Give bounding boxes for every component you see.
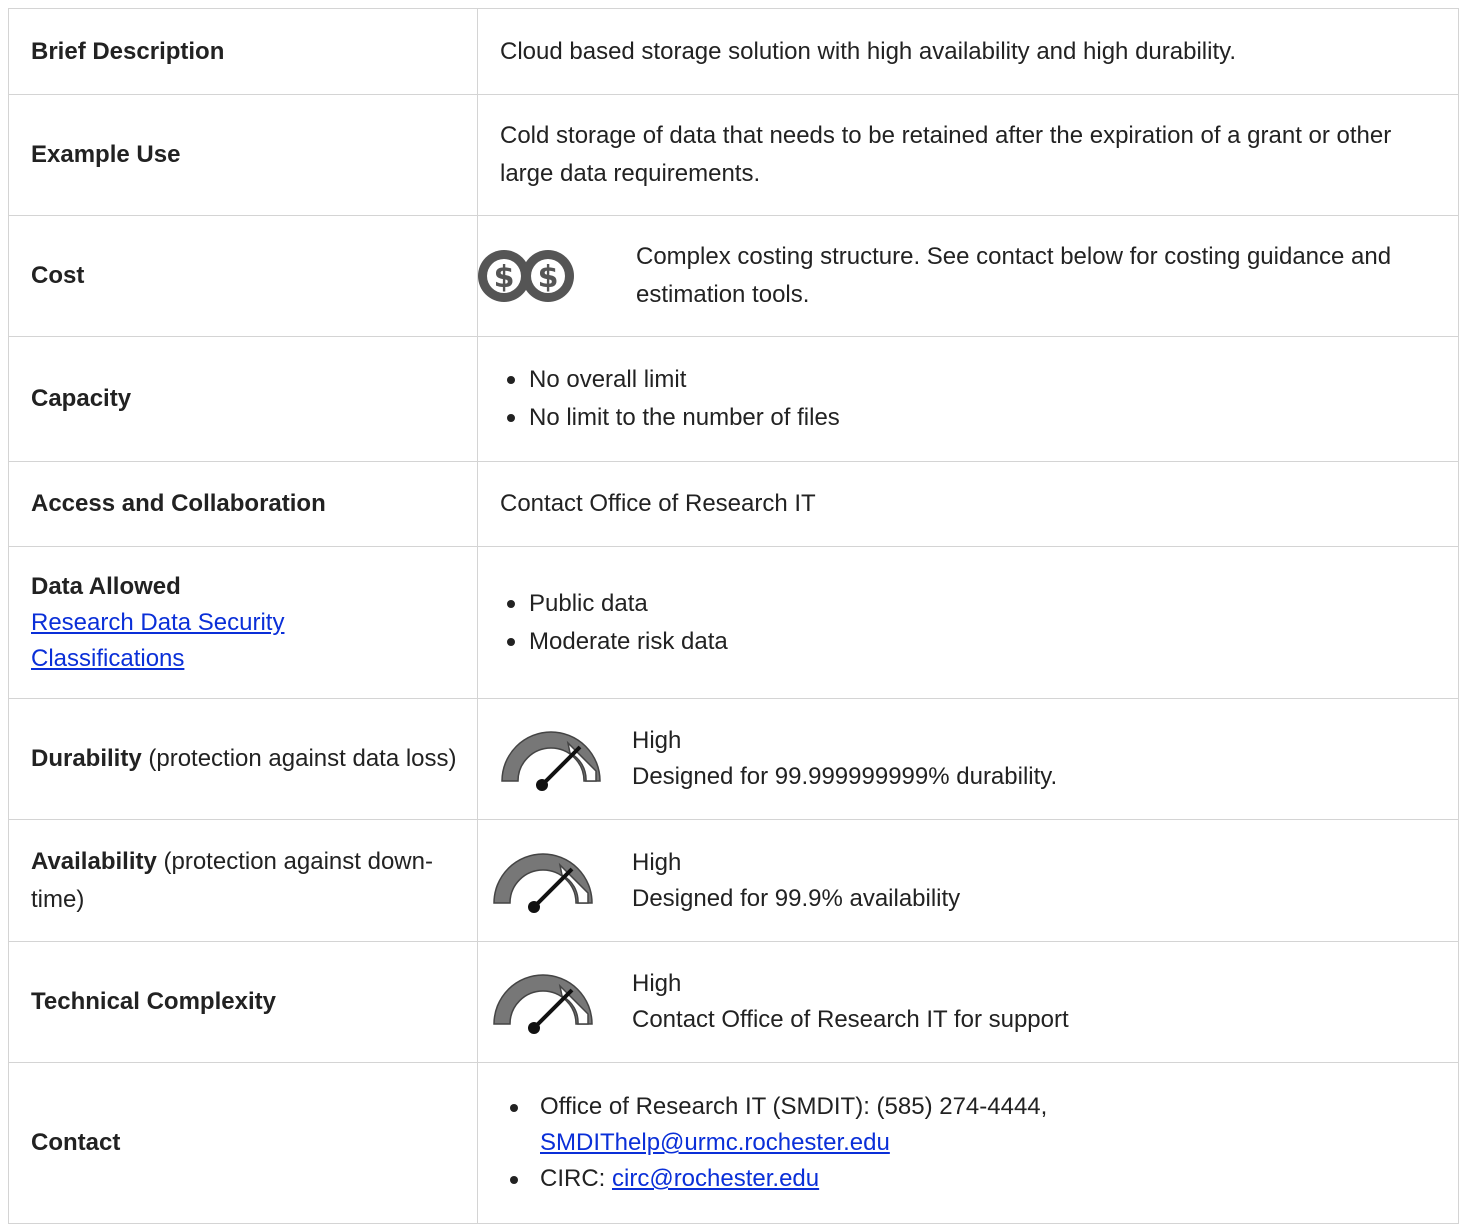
list-item: Moderate risk data (507, 623, 1458, 661)
durability-detail: Designed for 99.999999999% durability. (632, 763, 1058, 790)
svg-text:$: $ (538, 260, 559, 295)
list-item: No overall limit (507, 361, 1458, 399)
label-cell: Brief Description (8, 8, 478, 95)
availability-label: Availability (31, 847, 157, 875)
label-cell: Cost (8, 215, 478, 337)
list-item: Public data (507, 585, 1458, 623)
value-cell: Contact Office of Research IT (477, 461, 1459, 547)
list-item: Office of Research IT (SMDIT): (585) 274… (510, 1089, 1458, 1161)
value-cell: High Designed for 99.999999999% durabili… (477, 698, 1459, 820)
label-cell: Data Allowed Research Data Security Clas… (8, 546, 478, 699)
value-cell: High Designed for 99.9% availability (477, 819, 1459, 942)
complexity-detail: Contact Office of Research IT for suppor… (632, 1006, 1069, 1033)
data-allowed-label: Data Allowed (31, 572, 181, 600)
row-brief-description: Brief Description Cloud based storage so… (8, 8, 1459, 95)
double-dollar-icon: $ $ (478, 250, 574, 302)
gauge-high-icon (493, 852, 593, 913)
example-use-label: Example Use (31, 141, 181, 168)
complexity-level: High (632, 970, 682, 997)
circ-email-link[interactable]: circ@rochester.edu (612, 1165, 819, 1192)
service-info-table: Brief Description Cloud based storage so… (8, 8, 1459, 1224)
durability-label: Durability (31, 745, 142, 772)
list-item: CIRC: circ@rochester.edu (510, 1161, 1458, 1197)
row-contact: Contact Office of Research IT (SMDIT): (… (8, 1062, 1459, 1224)
row-availability: Availability (protection against down-ti… (8, 819, 1459, 942)
value-cell: Cloud based storage solution with high a… (477, 8, 1459, 95)
durability-level: High (632, 727, 682, 754)
row-technical-complexity: Technical Complexity High Contact Office… (8, 941, 1459, 1063)
label-cell: Example Use (8, 94, 478, 216)
row-durability: Durability (protection against data loss… (8, 698, 1459, 820)
label-cell: Capacity (8, 336, 478, 462)
access-label: Access and Collaboration (31, 490, 326, 517)
availability-detail: Designed for 99.9% availability (632, 884, 961, 912)
value-cell: High Contact Office of Research IT for s… (477, 941, 1459, 1063)
cost-label: Cost (31, 262, 85, 289)
svg-text:$: $ (494, 260, 515, 295)
value-cell: No overall limit No limit to the number … (477, 336, 1459, 462)
brief-description-value: Cloud based storage solution with high a… (500, 37, 1237, 65)
row-capacity: Capacity No overall limit No limit to th… (8, 336, 1459, 462)
data-allowed-list: Public data Moderate risk data (478, 585, 1458, 661)
capacity-label: Capacity (31, 385, 132, 412)
cost-value: Complex costing structure. See contact b… (636, 243, 1392, 308)
gauge-high-icon (493, 974, 593, 1034)
value-cell: $ $ Complex costing structure. See conta… (477, 215, 1459, 337)
row-data-allowed: Data Allowed Research Data Security Clas… (8, 546, 1459, 699)
label-cell: Technical Complexity (8, 941, 478, 1063)
row-example-use: Example Use Cold storage of data that ne… (8, 94, 1459, 216)
gauge-high-icon (501, 731, 601, 791)
smdit-email-link[interactable]: SMDIThelp@urmc.rochester.edu (540, 1129, 890, 1156)
value-cell: Cold storage of data that needs to be re… (477, 94, 1459, 216)
label-cell: Durability (protection against data loss… (8, 698, 478, 820)
contact-list: Office of Research IT (SMDIT): (585) 274… (478, 1089, 1458, 1197)
capacity-list: No overall limit No limit to the number … (478, 361, 1458, 437)
example-use-value: Cold storage of data that needs to be re… (500, 122, 1392, 187)
list-item: No limit to the number of files (507, 399, 1458, 437)
brief-description-label: Brief Description (31, 37, 225, 65)
durability-sublabel: (protection against data loss) (141, 745, 457, 772)
access-value: Contact Office of Research IT (500, 490, 816, 517)
contact-label: Contact (31, 1129, 121, 1156)
label-cell: Availability (protection against down-ti… (8, 819, 478, 942)
label-cell: Access and Collaboration (8, 461, 478, 547)
availability-level: High (632, 848, 682, 876)
security-classifications-link[interactable]: Research Data Security Classifications (31, 609, 284, 672)
circ-contact-text: CIRC: (540, 1165, 612, 1192)
row-cost: Cost $ $ Complex costing structure. See … (8, 215, 1459, 337)
label-cell: Contact (8, 1062, 478, 1224)
complexity-label: Technical Complexity (31, 988, 276, 1015)
row-access-collaboration: Access and Collaboration Contact Office … (8, 461, 1459, 547)
value-cell: Office of Research IT (SMDIT): (585) 274… (477, 1062, 1459, 1224)
smdit-contact-text: Office of Research IT (SMDIT): (585) 274… (540, 1093, 1048, 1120)
value-cell: Public data Moderate risk data (477, 546, 1459, 699)
